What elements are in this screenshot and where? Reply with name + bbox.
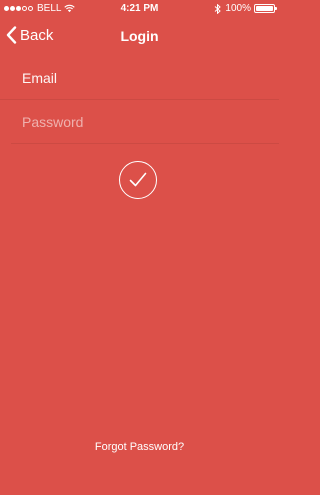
status-right: 100% [214, 3, 277, 14]
login-submit-button[interactable] [119, 161, 157, 199]
battery-icon [254, 4, 277, 13]
divider [11, 143, 279, 144]
password-row [0, 100, 279, 144]
battery-percent: 100% [225, 3, 251, 14]
checkmark-icon [129, 172, 147, 187]
page-title: Login [120, 28, 159, 44]
status-bar: BELL 4:21 PM 100% [0, 0, 279, 20]
email-row [0, 56, 279, 100]
bluetooth-icon [215, 3, 222, 14]
email-field[interactable] [22, 56, 262, 100]
navigation-bar: Back Login [0, 20, 279, 54]
password-field[interactable] [22, 100, 262, 144]
forgot-password-link[interactable]: Forgot Password? [0, 441, 279, 453]
